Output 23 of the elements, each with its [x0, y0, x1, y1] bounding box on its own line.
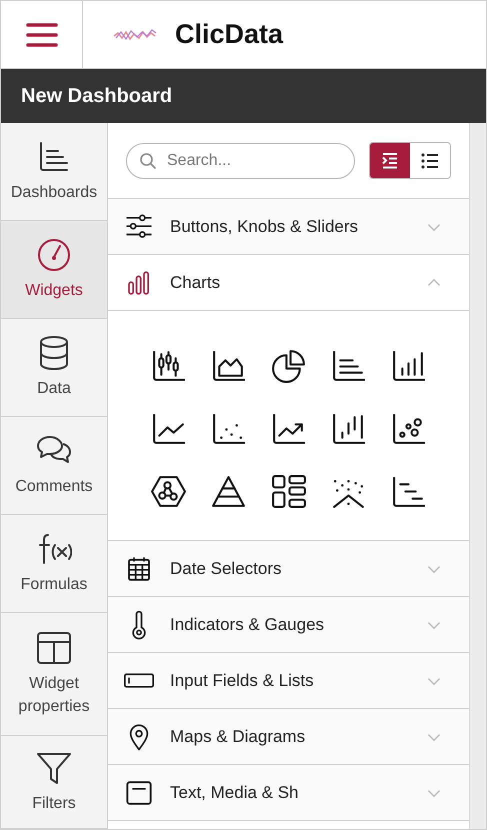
gauge-icon: [36, 237, 72, 273]
network-hexagon-icon[interactable]: [150, 473, 187, 510]
search-field[interactable]: Search...: [126, 142, 355, 178]
category-header[interactable]: Maps & Diagrams: [108, 709, 469, 765]
list-icon: [420, 150, 440, 170]
pie-chart-icon[interactable]: [270, 347, 307, 384]
formula-icon: [36, 531, 72, 567]
search-icon: [139, 152, 157, 170]
category-header[interactable]: Date Selectors: [108, 541, 469, 597]
tile-grid-icon[interactable]: [270, 473, 307, 510]
sidebar-item[interactable]: Widgets: [1, 221, 107, 319]
category-header[interactable]: Buttons, Knobs & Sliders: [108, 199, 469, 255]
menu-button[interactable]: [24, 20, 58, 48]
category-header[interactable]: Text, Media & Sh: [108, 765, 469, 821]
category-header[interactable]: Input Fields & Lists: [108, 653, 469, 709]
pyramid-icon[interactable]: [210, 473, 247, 510]
layout-icon: [36, 630, 72, 666]
app-title: ClicData: [175, 18, 284, 52]
logo-icon: [113, 26, 159, 42]
dashboard-title: New Dashboard: [21, 84, 172, 109]
category-header[interactable]: Indicators & Gauges: [108, 597, 469, 653]
view-toggle-button[interactable]: [370, 143, 410, 178]
indent-list-icon: [380, 150, 400, 170]
